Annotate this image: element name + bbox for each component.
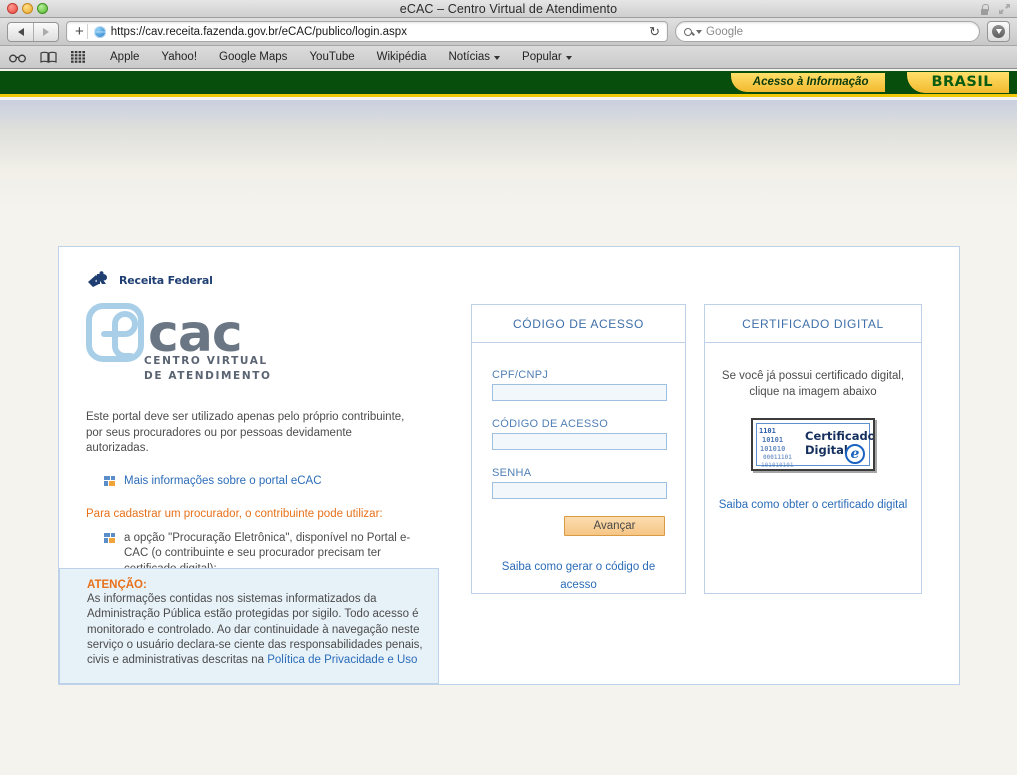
- ecac-logo: cac CENTRO VIRTUAL DE ATENDIMENTO: [86, 303, 417, 384]
- certificado-instructions: Se você já possui certificado digital, c…: [721, 370, 905, 398]
- browser-window: eCAC – Centro Virtual de Atendimento + h…: [0, 0, 1017, 775]
- downloads-button[interactable]: [987, 21, 1010, 42]
- window-controls: [0, 3, 48, 14]
- certificado-digital-panel: CERTIFICADO DIGITAL Se você já possui ce…: [704, 304, 922, 594]
- codigo-acesso-input[interactable]: [492, 433, 667, 450]
- certificado-digital-image-button[interactable]: 1101 10101 101010 00011101 101010101 Cer…: [751, 418, 875, 472]
- senha-label: SENHA: [492, 467, 532, 479]
- back-arrow-icon: [17, 27, 24, 36]
- lock-icon: [980, 3, 989, 15]
- codigo-acesso-panel: CÓDIGO DE ACESSO CPF/CNPJ CÓDIGO DE ACES…: [471, 304, 686, 594]
- codigo-acesso-form: CPF/CNPJ CÓDIGO DE ACESSO SENHA Avançar …: [472, 343, 685, 593]
- cpf-cnpj-label: CPF/CNPJ: [492, 369, 549, 381]
- bookmark-google-maps[interactable]: Google Maps: [208, 51, 298, 63]
- atencao-title: ATENÇÃO:: [87, 579, 147, 591]
- e-logo-icon: e: [845, 444, 865, 465]
- zoom-button[interactable]: [37, 3, 48, 14]
- bookmark-noticias[interactable]: Notícias: [438, 51, 512, 63]
- avancar-button[interactable]: Avançar: [564, 516, 665, 536]
- downloads-icon: [992, 25, 1005, 38]
- window-title: eCAC – Centro Virtual de Atendimento: [399, 1, 618, 16]
- cpf-cnpj-input[interactable]: [492, 384, 667, 401]
- chevron-down-icon: [565, 56, 572, 60]
- bookmark-yahoo[interactable]: Yahoo!: [150, 51, 208, 63]
- chevron-down-icon: [494, 56, 501, 60]
- globe-icon: [93, 25, 106, 38]
- browser-toolbar: + https://cav.receita.fazenda.gov.br/eCA…: [0, 18, 1017, 46]
- magnifier-icon: [684, 27, 692, 36]
- navigation-buttons: [7, 21, 59, 42]
- reload-icon[interactable]: ↻: [649, 24, 662, 40]
- minimize-button[interactable]: [22, 3, 33, 14]
- receita-federal-label: Receita Federal: [119, 273, 213, 287]
- bookmarks-bar: Apple Yahoo! Google Maps YouTube Wikipéd…: [0, 46, 1017, 69]
- forward-button[interactable]: [33, 22, 58, 41]
- codigo-acesso-title: CÓDIGO DE ACESSO: [472, 305, 685, 343]
- bookmark-wikipedia[interactable]: Wikipédia: [366, 51, 438, 63]
- bullet-square-icon: [104, 475, 115, 486]
- certificado-digital-title: CERTIFICADO DIGITAL: [705, 305, 921, 343]
- url-text: https://cav.receita.fazenda.gov.br/eCAC/…: [110, 25, 407, 38]
- gov-header-bar: Acesso à Informação BRASIL: [0, 71, 1017, 97]
- receita-federal-logo: Receita Federal: [86, 271, 417, 289]
- search-input[interactable]: Google: [675, 21, 980, 42]
- bullet-square-icon: [104, 532, 115, 543]
- obter-certificado-link[interactable]: Saiba como obter o certificado digital: [719, 499, 908, 511]
- procurador-heading: Para cadastrar um procurador, o contribu…: [86, 507, 383, 520]
- atencao-box: ATENÇÃO: As informações contidas nos sis…: [59, 568, 439, 684]
- intro-text: Este portal deve ser utilizado apenas pe…: [86, 411, 405, 455]
- search-placeholder: Google: [706, 25, 744, 38]
- chevron-down-icon[interactable]: [696, 29, 702, 34]
- more-info-row: Mais informações sobre o portal eCAC: [104, 474, 417, 490]
- info-column: Receita Federal cac CENTRO VIRTUAL DE AT…: [59, 247, 439, 684]
- close-button[interactable]: [7, 3, 18, 14]
- gerar-codigo-link[interactable]: Saiba como gerar o código de acesso: [502, 561, 655, 591]
- fullscreen-icon[interactable]: [998, 3, 1011, 15]
- page-viewport: Acesso à Informação BRASIL Receita Feder…: [0, 71, 1017, 775]
- atencao-text: As informações contidas nos sistemas inf…: [87, 593, 423, 667]
- acesso-informacao-button[interactable]: Acesso à Informação: [730, 72, 886, 93]
- bookmark-popular[interactable]: Popular: [511, 51, 583, 63]
- forward-arrow-icon: [43, 27, 49, 36]
- login-card: Receita Federal cac CENTRO VIRTUAL DE AT…: [58, 246, 960, 685]
- new-tab-button[interactable]: +: [72, 24, 88, 39]
- bookmark-apple[interactable]: Apple: [99, 51, 150, 63]
- window-titlebar: eCAC – Centro Virtual de Atendimento: [0, 0, 1017, 18]
- politica-privacidade-link[interactable]: Política de Privacidade e Uso: [267, 654, 417, 666]
- login-column: CÓDIGO DE ACESSO CPF/CNPJ CÓDIGO DE ACES…: [439, 247, 959, 684]
- more-info-link[interactable]: Mais informações sobre o portal eCAC: [124, 474, 322, 490]
- bookmark-youtube[interactable]: YouTube: [298, 51, 365, 63]
- receita-federal-mark-icon: [88, 271, 107, 287]
- back-button[interactable]: [8, 23, 33, 41]
- address-bar[interactable]: + https://cav.receita.fazenda.gov.br/eCA…: [66, 21, 668, 42]
- brasil-logo[interactable]: BRASIL: [907, 72, 1009, 93]
- titlebar-right-icons: [980, 0, 1011, 18]
- senha-input[interactable]: [492, 482, 667, 499]
- glasses-icon[interactable]: [9, 52, 26, 63]
- grid-icon[interactable]: [71, 51, 85, 63]
- open-book-icon[interactable]: [40, 51, 57, 63]
- codigo-acesso-label: CÓDIGO DE ACESSO: [492, 418, 609, 430]
